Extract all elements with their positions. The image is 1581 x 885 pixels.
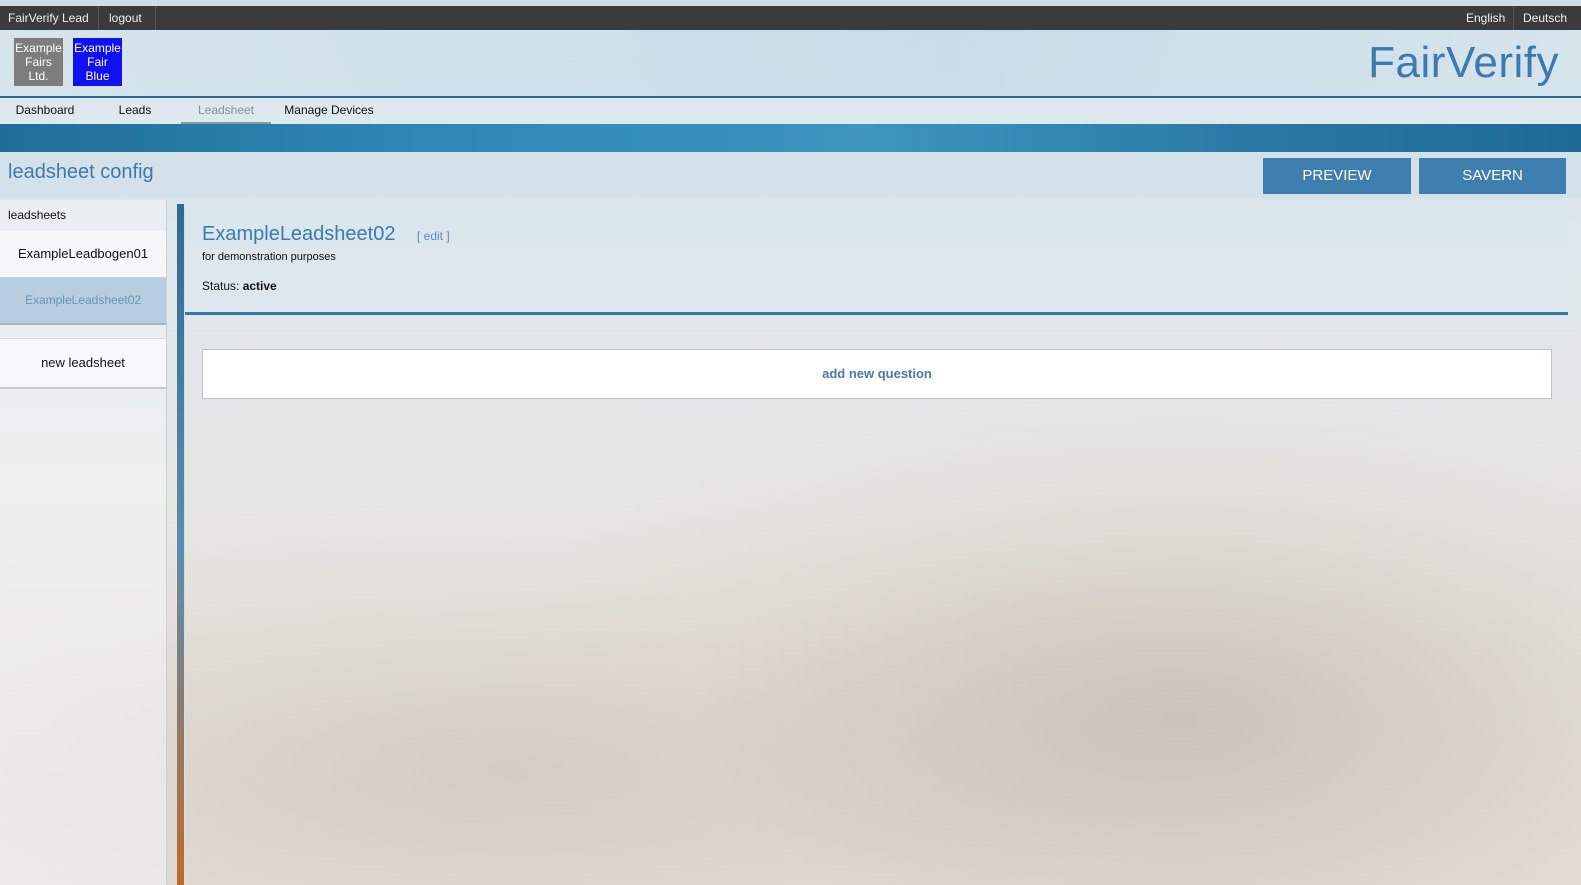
leadsheet-title: ExampleLeadsheet02 bbox=[202, 223, 396, 245]
leadsheet-editor: ExampleLeadsheet02 [ edit ] for demonstr… bbox=[184, 207, 1568, 885]
page-title-bar: leadsheet config PREVIEW SAVERN bbox=[0, 152, 1581, 198]
tab-dashboard[interactable]: Dashboard bbox=[8, 98, 82, 124]
tab-leads[interactable]: Leads bbox=[105, 98, 165, 124]
sidebar-heading: leadsheets bbox=[8, 208, 67, 222]
new-leadsheet-button[interactable]: new leadsheet bbox=[0, 338, 166, 389]
fair-logo-line: Example bbox=[15, 41, 62, 55]
main-panel-accent bbox=[177, 204, 184, 885]
preview-button[interactable]: PREVIEW bbox=[1263, 158, 1411, 194]
fair-logo-line: Blue bbox=[85, 69, 110, 83]
leadsheet-header: ExampleLeadsheet02 [ edit ] for demonstr… bbox=[185, 207, 1568, 315]
status-value: active bbox=[242, 279, 277, 293]
header: Example Fairs Ltd. Example Fair Blue Fai… bbox=[0, 30, 1581, 98]
language-english-link[interactable]: English bbox=[1458, 6, 1513, 30]
sidebar-item-exampleleadsheet02[interactable]: ExampleLeadsheet02 bbox=[0, 278, 166, 325]
fair-logo-line: Ltd. bbox=[28, 69, 49, 83]
page-title: leadsheet config bbox=[8, 161, 154, 183]
app-name-link[interactable]: FairVerify Lead bbox=[0, 6, 97, 30]
page-background: FairVerify Lead logout English Deutsch E… bbox=[0, 0, 1581, 885]
leadsheet-status: Status: active bbox=[202, 279, 277, 293]
tab-leadsheet[interactable]: Leadsheet bbox=[181, 98, 271, 124]
main-nav: Dashboard Leads Leadsheet Manage Devices bbox=[0, 98, 1581, 124]
decorative-banner bbox=[0, 124, 1581, 152]
add-question-button[interactable]: add new question bbox=[202, 349, 1552, 399]
topbar-divider bbox=[98, 6, 99, 30]
save-button[interactable]: SAVERN bbox=[1419, 158, 1566, 194]
brand-logo: FairVerify bbox=[1368, 38, 1559, 87]
edit-leadsheet-link[interactable]: [ edit ] bbox=[417, 229, 450, 243]
status-label: Status: bbox=[202, 279, 240, 293]
leadsheet-sidebar: leadsheets ExampleLeadbogen01 ExampleLea… bbox=[0, 200, 167, 885]
fair-logo-example-fairs[interactable]: Example Fairs Ltd. bbox=[14, 38, 63, 86]
tab-manage-devices[interactable]: Manage Devices bbox=[279, 98, 379, 124]
fair-logo-line: Example bbox=[74, 41, 121, 55]
fair-logo-line: Fairs bbox=[25, 55, 52, 69]
topbar-divider bbox=[1513, 6, 1514, 30]
sidebar-item-exampleleadbogen01[interactable]: ExampleLeadbogen01 bbox=[0, 231, 166, 278]
fair-logo-line: Fair bbox=[87, 55, 108, 69]
leadsheet-description: for demonstration purposes bbox=[202, 251, 336, 263]
logout-link[interactable]: logout bbox=[101, 6, 150, 30]
fair-logo-example-fair-blue[interactable]: Example Fair Blue bbox=[73, 38, 122, 86]
topbar-divider bbox=[155, 6, 156, 30]
language-deutsch-link[interactable]: Deutsch bbox=[1515, 6, 1575, 30]
top-bar: FairVerify Lead logout English Deutsch bbox=[0, 6, 1581, 30]
